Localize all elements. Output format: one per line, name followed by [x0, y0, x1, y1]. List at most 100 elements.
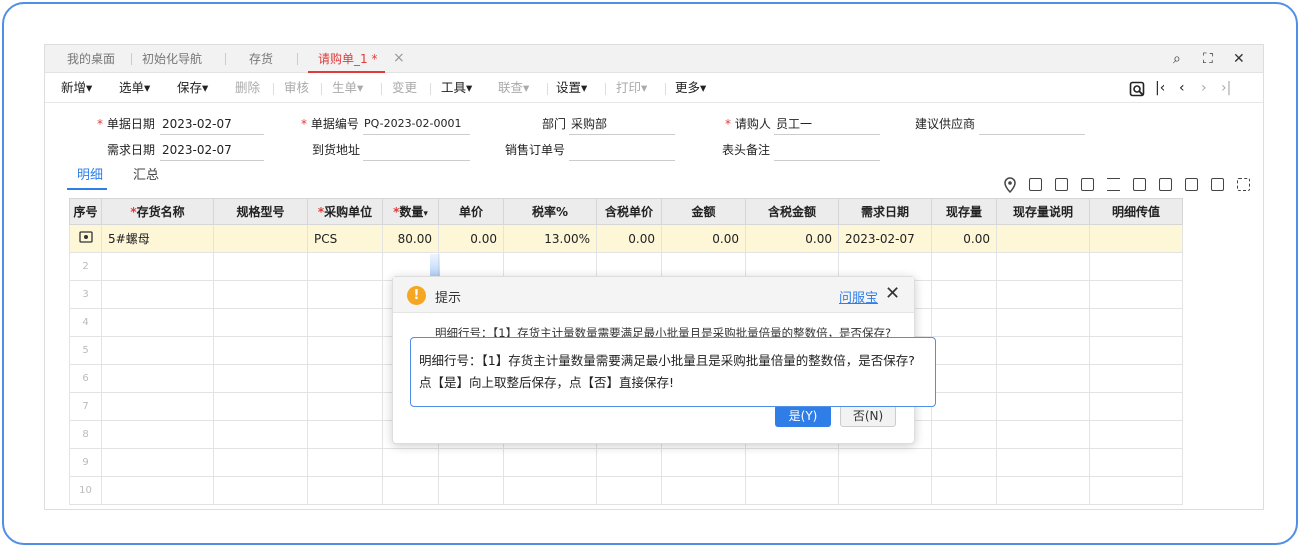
tab-init-nav[interactable]: 初始化导航 [142, 45, 202, 73]
cell-spec[interactable] [213, 224, 308, 253]
delete-button[interactable]: 删除 [235, 73, 260, 103]
search-icon[interactable]: ⌕ [1173, 45, 1181, 73]
doc-no-label: * 单据编号 [301, 117, 359, 131]
supplier-label: 建议供应商 [915, 117, 976, 131]
help-link[interactable]: 问服宝 [839, 287, 878, 306]
row-number: 4 [69, 308, 102, 337]
generate-button[interactable]: 生单▾ [332, 73, 363, 103]
col-header[interactable]: *存货名称 [101, 198, 214, 225]
cart-icon[interactable] [1133, 178, 1146, 191]
insert-row-icon[interactable] [1185, 178, 1198, 191]
col-header[interactable]: 需求日期 [838, 198, 932, 225]
col-header[interactable]: 序号 [69, 198, 102, 225]
add-button[interactable]: 新增▾ [61, 73, 92, 103]
doc-date-label: * 单据日期 [97, 117, 155, 131]
fullscreen-icon[interactable] [1237, 178, 1250, 191]
cell-tax-rate[interactable]: 13.00% [503, 224, 597, 253]
so-label: 销售订单号 [505, 143, 566, 157]
cell-detail-value[interactable] [1089, 224, 1183, 253]
row-number: 5 [69, 336, 102, 365]
subtab-summary[interactable]: 汇总 [133, 166, 159, 186]
field-underline [569, 160, 675, 161]
cell-need-date[interactable]: 2023-02-07 [838, 224, 932, 253]
col-header[interactable]: 现存量 [931, 198, 997, 225]
tab-bar: 我的桌面 初始化导航 存货 请购单_1 * × ⌕ ⛶ ✕ [45, 45, 1263, 73]
cell-tax-price[interactable]: 0.00 [596, 224, 662, 253]
tab-inventory[interactable]: 存货 [249, 45, 273, 73]
change-button[interactable]: 变更 [392, 73, 417, 103]
home-icon[interactable] [1211, 178, 1224, 191]
dialog-title: 提示 [435, 291, 462, 306]
query-button[interactable]: 联查▾ [498, 73, 529, 103]
cell-qty[interactable]: 80.00 [382, 224, 439, 253]
yes-button[interactable]: 是(Y) [775, 405, 831, 427]
col-header[interactable]: 金额 [661, 198, 746, 225]
requester-label: * 请购人 [725, 117, 771, 131]
settings-button[interactable]: 设置▾ [556, 73, 587, 103]
need-date-field[interactable]: 2023-02-07 [162, 142, 232, 158]
cell-amount[interactable]: 0.00 [661, 224, 746, 253]
location-pin-icon[interactable] [1003, 177, 1017, 193]
select-doc-button[interactable]: 选单▾ [119, 73, 150, 103]
locate-doc-icon[interactable] [1129, 81, 1145, 97]
subtab-detail[interactable]: 明细 [77, 166, 103, 186]
cell-stock[interactable]: 0.00 [931, 224, 997, 253]
col-header[interactable]: 现存量说明 [996, 198, 1090, 225]
copy-row-icon[interactable] [1055, 178, 1068, 191]
edit-rows-icon[interactable] [1107, 178, 1120, 191]
maximize-icon[interactable]: ⛶ [1203, 45, 1213, 73]
doc-date-field[interactable]: 2023-02-07 [162, 116, 232, 132]
field-underline [160, 134, 264, 135]
toolbar-separator [321, 83, 322, 95]
dialog-close-icon[interactable]: ✕ [885, 283, 900, 304]
field-underline [774, 160, 880, 161]
message-callout: 明细行号：【1】存货主计量数量需要满足最小批量且是采购批量倍量的整数倍，是否保存… [410, 337, 936, 407]
save-button[interactable]: 保存▾ [177, 73, 208, 103]
col-header[interactable]: 含税金额 [745, 198, 839, 225]
tab-purchase-request[interactable]: 请购单_1 * [307, 45, 386, 73]
field-underline [979, 134, 1085, 135]
close-window-icon[interactable]: ✕ [1233, 45, 1245, 73]
cell-item-name[interactable]: 5#螺母 [101, 224, 214, 253]
print-button[interactable]: 打印▾ [616, 73, 647, 103]
row-number: 2 [69, 252, 102, 281]
screenshot-frame: 我的桌面 初始化导航 存货 请购单_1 * × ⌕ ⛶ ✕ 新增▾ 选单▾ 保存… [2, 2, 1298, 545]
col-header[interactable]: 含税单价 [596, 198, 662, 225]
cell-price[interactable]: 0.00 [438, 224, 504, 253]
col-header[interactable]: *采购单位 [307, 198, 383, 225]
audit-button[interactable]: 审核 [284, 73, 309, 103]
no-button[interactable]: 否(N) [840, 405, 896, 427]
add-row-icon[interactable] [1029, 178, 1042, 191]
prev-record-icon[interactable]: ‹ [1179, 73, 1185, 103]
cell-stock-note[interactable] [996, 224, 1090, 253]
table-row[interactable]: 5#螺母 PCS 80.00 0.00 13.00% 0.00 0.00 0.0… [69, 224, 1183, 253]
col-header[interactable]: *数量▾ [382, 198, 439, 225]
col-header[interactable]: 明细传值 [1089, 198, 1183, 225]
tab-my-desktop[interactable]: 我的桌面 [67, 45, 115, 73]
tab-separator [225, 53, 226, 65]
cell-unit[interactable]: PCS [307, 224, 383, 253]
paste-row-icon[interactable] [1081, 178, 1094, 191]
need-date-label: 需求日期 [107, 143, 156, 157]
tab-separator [131, 53, 132, 65]
import-icon[interactable] [1159, 178, 1172, 191]
col-header[interactable]: 规格型号 [213, 198, 308, 225]
tab-separator [297, 53, 298, 65]
next-record-icon[interactable]: › [1201, 73, 1207, 103]
col-header[interactable]: 单价 [438, 198, 504, 225]
toolbar: 新增▾ 选单▾ 保存▾ 删除 审核 生单▾ 变更 工具▾ 联查▾ 设置▾ 打印▾… [45, 73, 1263, 103]
close-icon[interactable]: × [393, 45, 405, 73]
table-row[interactable]: 9 [69, 448, 1183, 477]
dept-label: 部门 [542, 117, 567, 131]
first-record-icon[interactable]: |‹ [1155, 73, 1165, 103]
doc-no-field[interactable]: PQ-2023-02-0001 [364, 116, 462, 132]
cell-tax-amount[interactable]: 0.00 [745, 224, 839, 253]
requester-field[interactable]: 员工一 [776, 116, 812, 132]
last-record-icon[interactable]: ›| [1221, 73, 1231, 103]
row-settings-icon[interactable] [69, 224, 102, 253]
tools-button[interactable]: 工具▾ [441, 73, 472, 103]
table-row[interactable]: 10 [69, 476, 1183, 505]
dept-field[interactable]: 采购部 [571, 116, 607, 132]
col-header[interactable]: 税率% [503, 198, 597, 225]
more-button[interactable]: 更多▾ [675, 73, 706, 103]
